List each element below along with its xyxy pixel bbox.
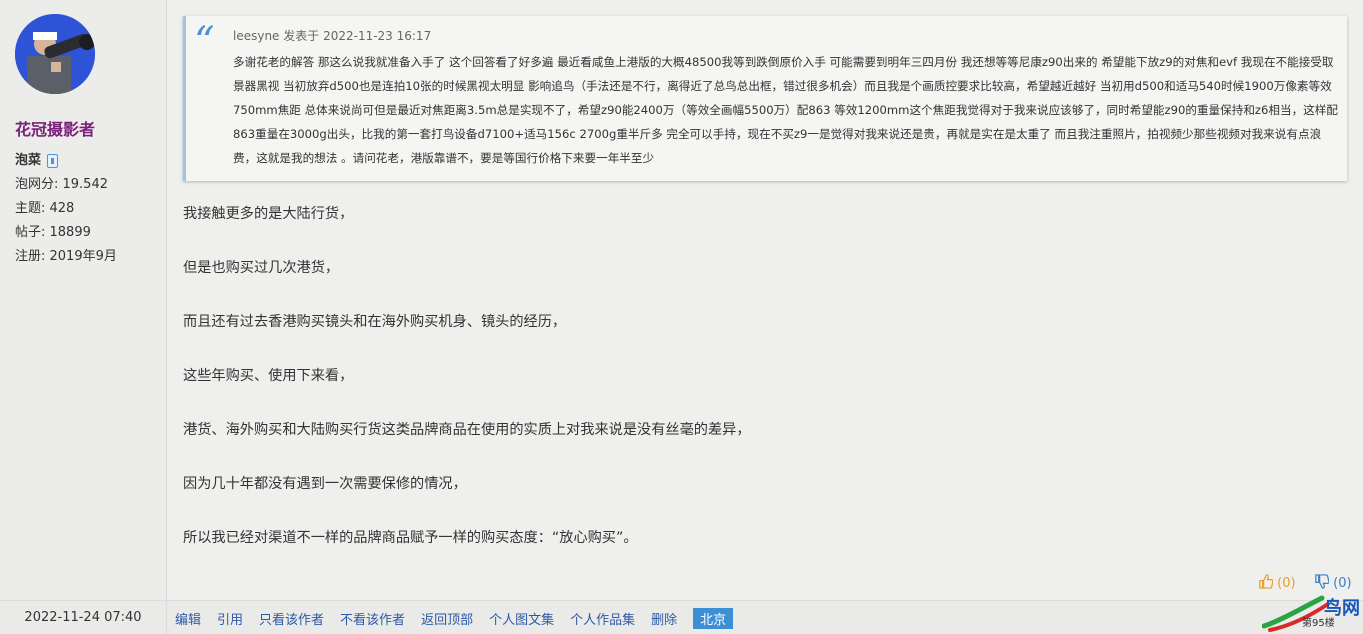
quote-mark-icon: “ — [194, 19, 215, 65]
location-badge: 北京 — [693, 607, 734, 629]
avatar[interactable] — [15, 14, 95, 94]
like-count: (0) — [1277, 576, 1296, 591]
post-paragraph: 但是也购买过几次港货， — [183, 260, 340, 276]
dislike-count: (0) — [1333, 576, 1352, 591]
hide-author-link[interactable]: 不看该作者 — [340, 609, 405, 628]
thumbs-up-icon — [1259, 574, 1274, 589]
post-paragraph: 这些年购买、使用下来看， — [183, 368, 354, 384]
quote-block: “ leesyne 发表于 2022-11-23 16:17 多谢花老的解答 那… — [183, 16, 1347, 181]
logo-subtext: 第95楼 — [1302, 618, 1335, 629]
post-paragraph: 而且还有过去香港购买镜头和在海外购买机身、镜头的经历， — [183, 314, 567, 330]
delete-link[interactable]: 删除 — [651, 609, 677, 628]
personal-works-link[interactable]: 个人作品集 — [570, 609, 635, 628]
quote-link[interactable]: 引用 — [217, 609, 243, 628]
personal-gallery-link[interactable]: 个人图文集 — [489, 609, 554, 628]
site-logo: 鸟网 第95楼 — [1261, 590, 1363, 634]
post-actions: 编辑 引用 只看该作者 不看该作者 返回顶部 个人图文集 个人作品集 删除 北京 — [175, 601, 734, 634]
user-rank-text: 泡菜 — [15, 153, 42, 168]
post-date: 2022-11-24 07:40 — [0, 601, 167, 634]
post-footer: 2022-11-24 07:40 编辑 引用 只看该作者 不看该作者 返回顶部 … — [0, 600, 1363, 634]
post-body: “ leesyne 发表于 2022-11-23 16:17 多谢花老的解答 那… — [167, 0, 1363, 600]
user-sidebar: 花冠摄影者 泡菜 泡网分: 19.542 主题: 428 帖子: 18899 注… — [0, 0, 167, 600]
post-paragraph: 港货、海外购买和大陆购买行货这类品牌商品在使用的实质上对我来说是没有丝毫的差异， — [183, 422, 751, 438]
dislike-button[interactable]: (0) — [1314, 574, 1352, 591]
edit-link[interactable]: 编辑 — [175, 609, 201, 628]
quote-header: leesyne 发表于 2022-11-23 16:17 — [233, 29, 432, 43]
user-topics: 主题: 428 — [15, 201, 75, 216]
user-registered: 注册: 2019年9月 — [15, 249, 117, 264]
like-button[interactable]: (0) — [1258, 574, 1296, 591]
user-rank: 泡菜 — [15, 149, 59, 168]
username[interactable]: 花冠摄影者 — [15, 116, 95, 140]
post-paragraph: 我接触更多的是大陆行货， — [183, 206, 354, 222]
user-score: 泡网分: 19.542 — [15, 177, 108, 192]
quote-text: 多谢花老的解答 那这么说我就准备入手了 这个回答看了好多遍 最近看咸鱼上港版的大… — [233, 55, 1338, 165]
only-author-link[interactable]: 只看该作者 — [259, 609, 324, 628]
post-paragraph: 所以我已经对渠道不一样的品牌商品赋予一样的购买态度：“放心购买”。 — [183, 530, 638, 546]
rank-badge-icon — [47, 153, 59, 168]
post-paragraph: 因为几十年都没有遇到一次需要保修的情况， — [183, 476, 467, 492]
user-posts: 帖子: 18899 — [15, 225, 91, 240]
thumbs-down-icon — [1315, 574, 1330, 589]
back-to-top-link[interactable]: 返回顶部 — [421, 609, 473, 628]
